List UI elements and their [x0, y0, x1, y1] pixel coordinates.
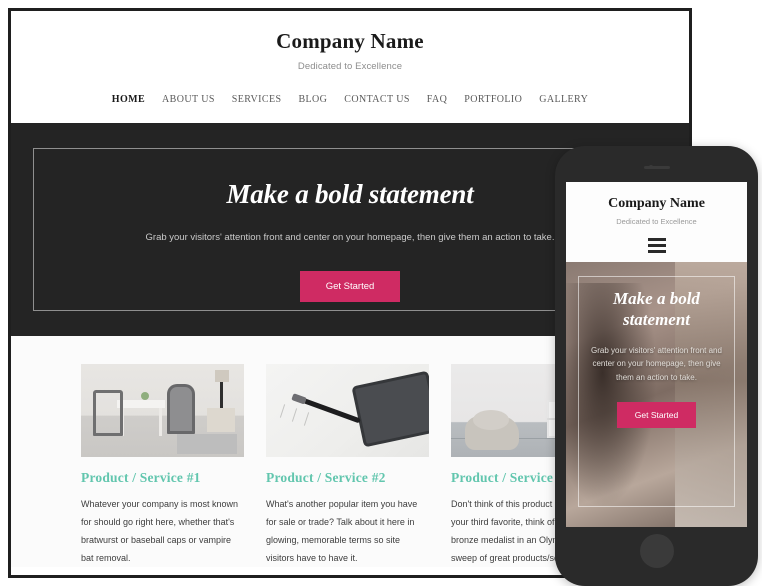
product-card-1-body: Whatever your company is most known for …	[81, 499, 239, 563]
product-card-2-title: Product / Service #2	[266, 470, 386, 485]
nav-item-blog[interactable]: BLOG	[298, 94, 327, 105]
phone-screen: Company Name Dedicated to Excellence Mak…	[566, 182, 747, 527]
screenshot-stage: Company Name Dedicated to Excellence HOM…	[0, 0, 762, 586]
phone-brand-tagline: Dedicated to Excellence	[616, 217, 697, 226]
nav-item-home[interactable]: HOME	[112, 94, 145, 105]
get-started-button[interactable]: Get Started	[299, 271, 401, 302]
phone-get-started-button[interactable]: Get Started	[616, 402, 697, 429]
phone-speaker-icon	[643, 166, 670, 169]
nav-item-faq[interactable]: FAQ	[427, 94, 447, 105]
product-card-1: Product / Service #1 Whatever your compa…	[81, 364, 244, 567]
phone-site-header: Company Name Dedicated to Excellence	[566, 182, 747, 262]
nav-item-services[interactable]: SERVICES	[232, 94, 282, 105]
site-header: Company Name Dedicated to Excellence HOM…	[11, 11, 689, 123]
phone-camera-icon	[649, 165, 653, 169]
phone-hero-subtitle: Grab your visitors' attention front and …	[591, 345, 722, 382]
hamburger-bar	[647, 238, 666, 241]
nav-item-contact-us[interactable]: CONTACT US	[344, 94, 410, 105]
product-card-2-body: What's another popular item you have for…	[266, 499, 418, 563]
phone-home-button[interactable]	[639, 534, 674, 568]
hamburger-menu-icon[interactable]	[647, 238, 666, 253]
phone-mockup: Company Name Dedicated to Excellence Mak…	[555, 146, 758, 586]
product-card-1-title: Product / Service #1	[81, 470, 201, 485]
phone-hero-content: Make a bold statement Grab your visitors…	[566, 262, 747, 429]
nav-item-portfolio[interactable]: PORTFOLIO	[464, 94, 522, 105]
hamburger-bar	[647, 244, 666, 247]
hamburger-bar	[647, 250, 666, 253]
hero-subtitle: Grab your visitors' attention front and …	[145, 232, 555, 243]
nav-item-about-us[interactable]: ABOUT US	[162, 94, 215, 105]
nav-item-gallery[interactable]: GALLERY	[539, 94, 588, 105]
hero-title: Make a bold statement	[226, 179, 474, 209]
dining-table-chairs-photo	[81, 364, 244, 457]
phone-hero-section: Make a bold statement Grab your visitors…	[566, 262, 747, 527]
main-navigation: HOME ABOUT US SERVICES BLOG CONTACT US F…	[11, 94, 689, 105]
phone-hero-title: Make a bold statement	[613, 289, 700, 330]
phone-page-title: Company Name	[608, 196, 705, 211]
brand-tagline: Dedicated to Excellence	[297, 61, 403, 72]
pen-tablet-desk-photo	[266, 364, 429, 457]
page-title: Company Name	[276, 29, 424, 53]
product-card-2: Product / Service #2 What's another popu…	[266, 364, 429, 567]
